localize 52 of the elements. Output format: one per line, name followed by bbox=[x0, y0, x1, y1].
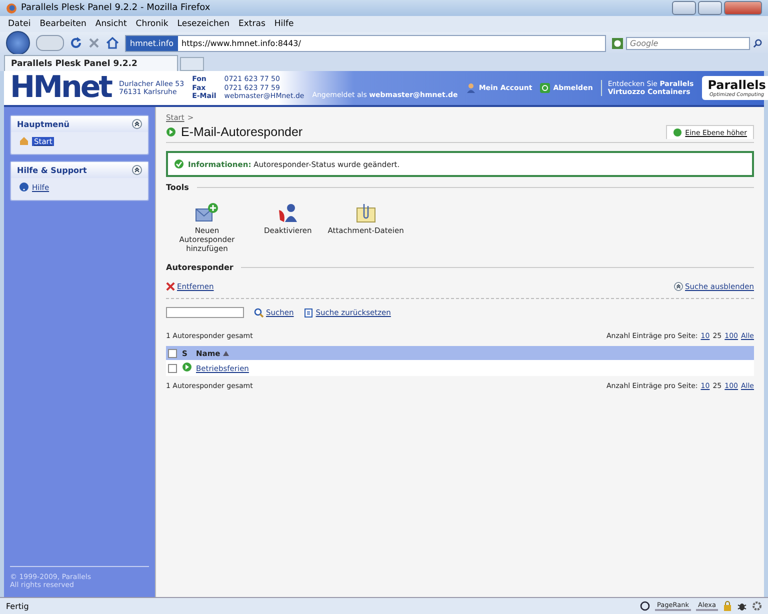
remove-icon bbox=[166, 282, 175, 291]
window-title: Parallels Plesk Panel 9.2.2 - Mozilla Firefox bbox=[21, 3, 210, 13]
section-title: Autoresponder bbox=[166, 263, 234, 272]
search-field[interactable] bbox=[166, 307, 244, 318]
stop-icon[interactable] bbox=[88, 37, 100, 49]
close-button[interactable] bbox=[724, 1, 762, 15]
reload-icon[interactable] bbox=[70, 37, 82, 49]
browser-tab[interactable]: Parallels Plesk Panel 9.2.2 bbox=[4, 55, 178, 71]
minimize-button[interactable] bbox=[672, 1, 696, 15]
panel-title: Hauptmenü bbox=[17, 120, 70, 128]
attachment-icon bbox=[354, 202, 378, 224]
forward-button[interactable] bbox=[36, 35, 64, 51]
search-icon bbox=[254, 308, 264, 318]
collapse-icon[interactable] bbox=[132, 165, 142, 175]
status-text: Fertig bbox=[6, 602, 29, 610]
menu-item[interactable]: Hilfe bbox=[274, 19, 294, 29]
home-icon bbox=[19, 136, 29, 146]
menu-item[interactable]: Lesezeichen bbox=[177, 19, 230, 29]
site-badge: hmnet.info bbox=[126, 36, 178, 50]
search-field[interactable]: Google bbox=[626, 36, 750, 50]
lock-icon bbox=[723, 601, 732, 611]
status-icon bbox=[166, 127, 176, 137]
row-checkbox[interactable] bbox=[168, 364, 177, 373]
menu-item[interactable]: Datei bbox=[8, 19, 31, 29]
maximize-button[interactable] bbox=[698, 1, 722, 15]
document-icon bbox=[304, 308, 314, 318]
sort-icon bbox=[222, 350, 229, 356]
section-title: Tools bbox=[166, 183, 189, 192]
back-button[interactable] bbox=[6, 31, 30, 55]
gear-icon[interactable] bbox=[752, 601, 762, 611]
address-field[interactable]: hmnet.info https://www.hmnet.info:8443/ bbox=[125, 34, 606, 52]
panel-title: Hilfe & Support bbox=[17, 166, 87, 174]
collapse-icon bbox=[674, 282, 683, 291]
help-icon bbox=[19, 182, 29, 192]
menu-item[interactable]: Bearbeiten bbox=[40, 19, 86, 29]
url-text: https://www.hmnet.info:8443/ bbox=[182, 38, 301, 48]
mail-add-icon bbox=[195, 202, 219, 224]
select-all-checkbox[interactable] bbox=[168, 348, 177, 358]
check-icon bbox=[174, 159, 184, 169]
search-icon[interactable] bbox=[753, 38, 762, 48]
logo: HMnet bbox=[10, 73, 112, 103]
menu-item[interactable]: Chronik bbox=[136, 19, 168, 29]
person-icon bbox=[466, 83, 476, 93]
collapse-icon[interactable] bbox=[132, 119, 142, 129]
power-icon bbox=[540, 83, 550, 93]
page-title: E-Mail-Autoresponder bbox=[181, 125, 303, 139]
bug-icon[interactable] bbox=[737, 601, 747, 611]
menu-item[interactable]: Ansicht bbox=[95, 19, 127, 29]
menu-item[interactable]: Extras bbox=[238, 19, 266, 29]
browser-icon bbox=[6, 2, 17, 14]
home-icon[interactable] bbox=[106, 37, 119, 49]
search-engine-icon[interactable] bbox=[612, 38, 623, 48]
